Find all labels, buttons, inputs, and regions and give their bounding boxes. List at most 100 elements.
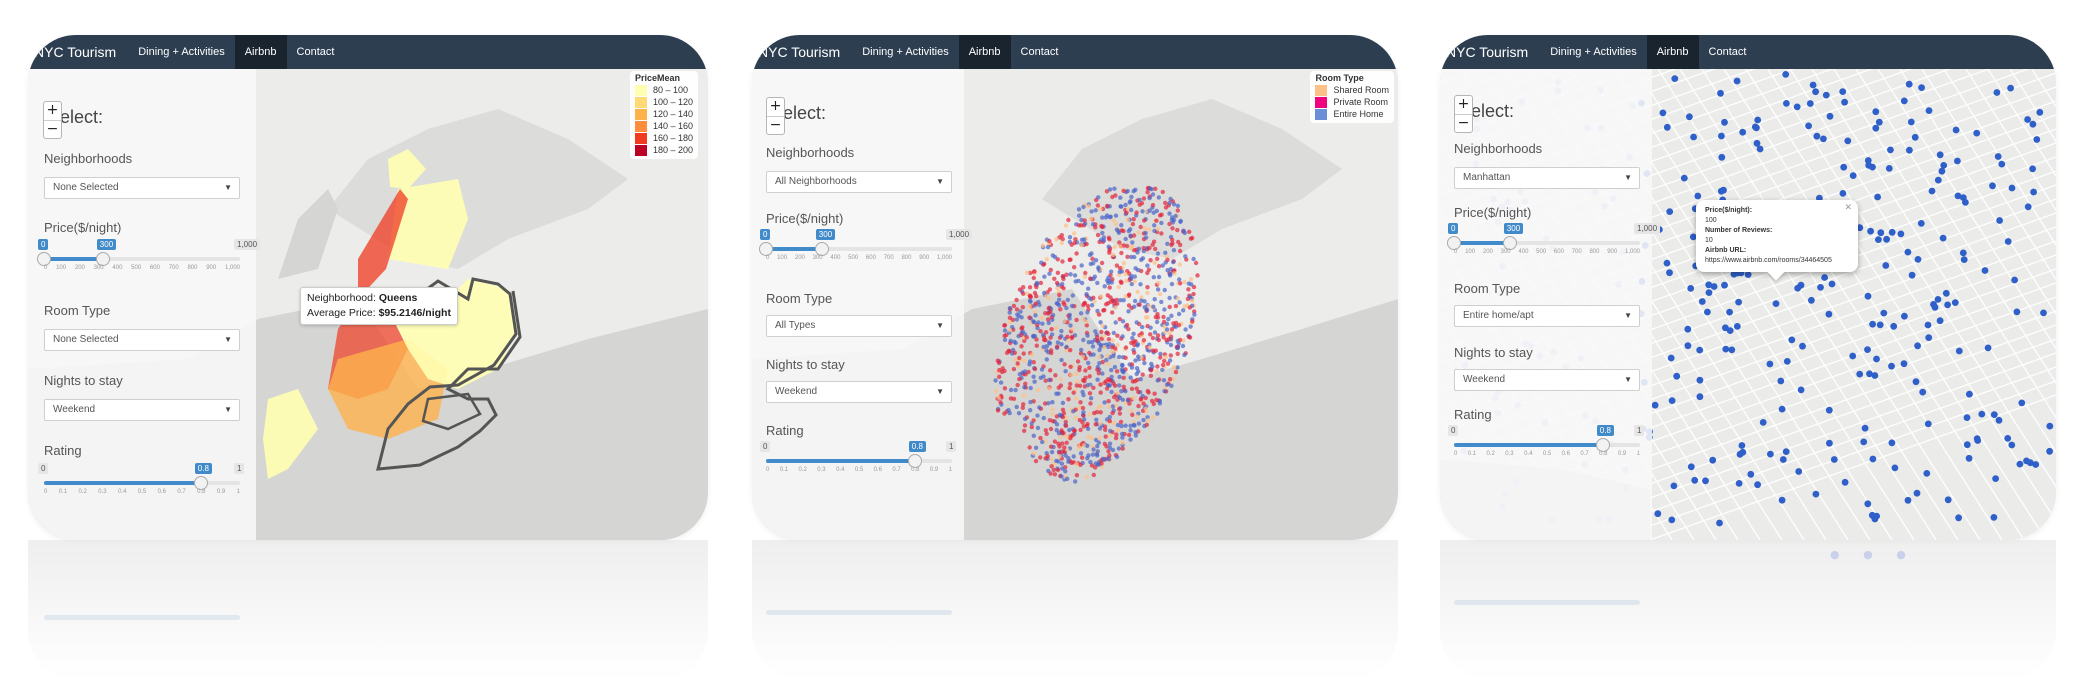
listing-dot[interactable]	[1960, 256, 1968, 263]
listing-dot[interactable]	[1795, 468, 1803, 475]
listing-dot[interactable]	[1152, 391, 1157, 396]
listing-dot[interactable]	[1140, 209, 1145, 214]
listing-dot[interactable]	[1135, 289, 1140, 295]
listing-dot[interactable]	[1138, 397, 1144, 402]
listing-dot[interactable]	[1726, 308, 1733, 316]
listing-dot[interactable]	[1081, 424, 1086, 429]
listing-dot[interactable]	[1106, 404, 1112, 409]
listing-dot[interactable]	[1072, 428, 1077, 433]
listing-dot[interactable]	[1123, 389, 1128, 394]
listing-dot[interactable]	[1040, 243, 1045, 248]
listing-dot[interactable]	[1146, 267, 1152, 272]
listing-dot[interactable]	[1156, 264, 1162, 269]
listing-dot[interactable]	[1111, 353, 1116, 359]
listing-dot[interactable]	[1188, 277, 1194, 282]
listing-dot[interactable]	[1145, 285, 1150, 290]
listing-dot[interactable]	[1900, 360, 1908, 368]
listing-dot[interactable]	[1128, 437, 1133, 442]
listing-dot[interactable]	[1032, 366, 1038, 372]
slider-handle[interactable]	[907, 454, 922, 468]
listing-dot[interactable]	[1654, 510, 1662, 518]
listing-dot[interactable]	[1825, 310, 1833, 318]
listing-dot[interactable]	[1177, 337, 1183, 343]
listing-dot[interactable]	[1129, 207, 1134, 213]
listing-dot[interactable]	[1105, 353, 1110, 359]
listing-dot[interactable]	[1148, 186, 1153, 191]
listing-dot[interactable]	[1047, 340, 1052, 345]
close-icon[interactable]: ✕	[1844, 202, 1852, 212]
listing-dot[interactable]	[1095, 335, 1100, 340]
listing-dot[interactable]	[1102, 284, 1107, 289]
listing-dot[interactable]	[1150, 415, 1156, 420]
listing-dot[interactable]	[1105, 203, 1110, 209]
listing-dot[interactable]	[1182, 279, 1187, 285]
listing-dot[interactable]	[1115, 427, 1120, 433]
listing-dot[interactable]	[1035, 413, 1040, 418]
listing-dot[interactable]	[1093, 329, 1098, 334]
listing-dot[interactable]	[1107, 453, 1112, 458]
listing-dot[interactable]	[1041, 415, 1046, 421]
listing-dot[interactable]	[1116, 284, 1121, 290]
listing-dot[interactable]	[1085, 303, 1091, 309]
listing-dot[interactable]	[1060, 259, 1065, 264]
listing-dot[interactable]	[1065, 297, 1070, 303]
listing-dot[interactable]	[1017, 287, 1023, 292]
listing-dot[interactable]	[1078, 311, 1084, 316]
listing-dot[interactable]	[1090, 344, 1096, 349]
listing-dot[interactable]	[1119, 423, 1124, 429]
listing-dot[interactable]	[1021, 351, 1026, 356]
listing-dot[interactable]	[1191, 256, 1196, 262]
listing-dot[interactable]	[1066, 456, 1071, 461]
listing-dot[interactable]	[1168, 353, 1173, 358]
listing-dot[interactable]	[1070, 293, 1075, 298]
listing-dot[interactable]	[1050, 407, 1055, 412]
listing-dot[interactable]	[1054, 280, 1060, 286]
listing-dot[interactable]	[1072, 231, 1077, 236]
listing-dot[interactable]	[1145, 290, 1150, 296]
listing-dot[interactable]	[1705, 281, 1713, 289]
listing-dot[interactable]	[1028, 294, 1033, 299]
listing-dot[interactable]	[1777, 377, 1785, 385]
listing-dot[interactable]	[1190, 235, 1195, 241]
listing-dot[interactable]	[1125, 217, 1130, 222]
listing-dot[interactable]	[1091, 295, 1096, 300]
listing-dot[interactable]	[1187, 229, 1192, 234]
listing-dot[interactable]	[1867, 227, 1874, 235]
listing-dot[interactable]	[1696, 376, 1704, 384]
listing-dot[interactable]	[1118, 195, 1123, 200]
listing-dot[interactable]	[1008, 396, 1014, 401]
listing-dot[interactable]	[1067, 257, 1072, 262]
listing-dot[interactable]	[1925, 334, 1933, 341]
listing-dot[interactable]	[1015, 361, 1020, 366]
listing-dot[interactable]	[1067, 235, 1073, 240]
listing-dot[interactable]	[1908, 271, 1916, 279]
listing-dot[interactable]	[1687, 463, 1695, 471]
listing-dot[interactable]	[1152, 260, 1157, 265]
listing-dot[interactable]	[1844, 137, 1852, 145]
listing-dot[interactable]	[1120, 319, 1126, 324]
listing-dot[interactable]	[1152, 297, 1157, 302]
listing-dot[interactable]	[1167, 304, 1172, 310]
listing-dot[interactable]	[1839, 190, 1847, 197]
listing-dot[interactable]	[1102, 333, 1107, 339]
listing-dot[interactable]	[1017, 355, 1022, 361]
listing-dot[interactable]	[1057, 454, 1062, 459]
listing-dot[interactable]	[1151, 401, 1156, 407]
listing-dot[interactable]	[1126, 432, 1132, 438]
listing-dot[interactable]	[1028, 385, 1033, 391]
listing-dot[interactable]	[1119, 389, 1124, 394]
listing-dot[interactable]	[1684, 342, 1692, 350]
listing-dot[interactable]	[1691, 476, 1699, 484]
listing-dot[interactable]	[1113, 193, 1118, 198]
listing-dot[interactable]	[1123, 202, 1128, 208]
listing-dot[interactable]	[1106, 457, 1112, 462]
listing-dot[interactable]	[1097, 361, 1102, 366]
listing-dot[interactable]	[1189, 282, 1194, 287]
listing-dot[interactable]	[1195, 273, 1200, 278]
listing-dot[interactable]	[1739, 128, 1747, 136]
listing-dot[interactable]	[1102, 400, 1107, 405]
zoom-in-button[interactable]: +	[1455, 96, 1472, 114]
listing-dot[interactable]	[1141, 196, 1147, 201]
listing-dot[interactable]	[1704, 308, 1711, 316]
listing-dot[interactable]	[996, 395, 1001, 400]
